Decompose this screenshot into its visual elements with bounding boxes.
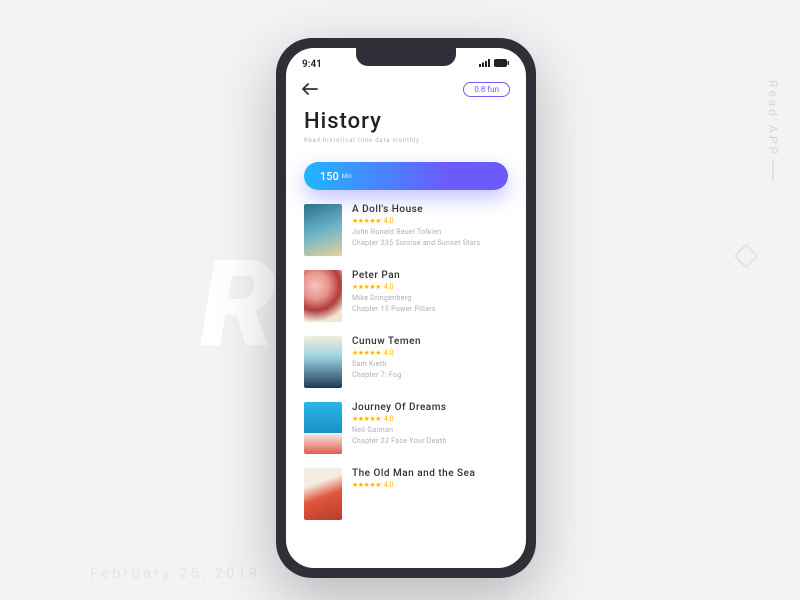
book-chapter: Chapter 15 Power Pillars [352,305,508,313]
book-cover [304,402,342,454]
book-author: Sam Kieth [352,360,508,368]
book-author: John Ronald Reuel Tolkien [352,228,508,236]
status-time: 9:41 [302,59,322,70]
book-title: The Old Man and the Sea [352,468,508,479]
side-decorative-line [772,160,774,182]
book-rating: 4.0 [384,481,394,489]
signal-icon [479,59,491,70]
reading-time-value: 150 [320,170,339,183]
reading-time-bar[interactable]: 150 Min [304,162,508,190]
book-author: Neil Gaiman [352,426,508,434]
book-title: Cunuw Temen [352,336,508,347]
star-icon: ★★★★★ [352,283,381,291]
book-title: Journey Of Dreams [352,402,508,413]
star-icon: ★★★★★ [352,481,381,489]
star-icon: ★★★★★ [352,217,381,225]
book-list: A Doll's House ★★★★★ 4.0 John Ronald Reu… [286,204,526,520]
date-label: February 25, 2019 [90,564,260,582]
list-item[interactable]: The Old Man and the Sea ★★★★★ 4.0 [304,468,508,520]
book-chapter: Chapter 23 Face Your Death [352,437,508,445]
header: 0.8 fun [286,72,526,99]
book-cover [304,336,342,388]
list-item[interactable]: Journey Of Dreams ★★★★★ 4.0 Neil Gaiman … [304,402,508,454]
book-rating: 4.0 [384,349,394,357]
list-item[interactable]: A Doll's House ★★★★★ 4.0 John Ronald Reu… [304,204,508,256]
list-item[interactable]: Cunuw Temen ★★★★★ 4.0 Sam Kieth Chapter … [304,336,508,388]
phone-notch [356,48,456,66]
page-subtitle: Read historical time data monthly [304,137,508,144]
book-rating: 4.0 [384,283,394,291]
title-block: History Read historical time data monthl… [286,99,526,152]
header-pill-button[interactable]: 0.8 fun [463,82,510,97]
book-rating: 4.0 [384,415,394,423]
book-title: A Doll's House [352,204,508,215]
book-chapter: Chapter 235 Sunrise and Sunset Stars [352,239,508,247]
reading-time-unit: Min [342,173,352,180]
list-item[interactable]: Peter Pan ★★★★★ 4.0 Mike Dringenberg Cha… [304,270,508,322]
diamond-icon [733,243,758,268]
book-cover [304,270,342,322]
book-chapter: Chapter 7: Fog [352,371,508,379]
battery-icon [494,59,510,70]
status-indicators [479,59,510,70]
star-icon: ★★★★★ [352,415,381,423]
book-cover [304,468,342,520]
phone-frame: 9:41 0.8 fun History Read historical tim… [276,38,536,578]
star-icon: ★★★★★ [352,349,381,357]
side-app-label: Read APP [766,80,780,157]
back-button[interactable] [302,80,318,99]
book-author: Mike Dringenberg [352,294,508,302]
book-rating: 4.0 [384,217,394,225]
book-title: Peter Pan [352,270,508,281]
book-cover [304,204,342,256]
page-title: History [304,109,508,134]
phone-screen: 9:41 0.8 fun History Read historical tim… [286,48,526,568]
